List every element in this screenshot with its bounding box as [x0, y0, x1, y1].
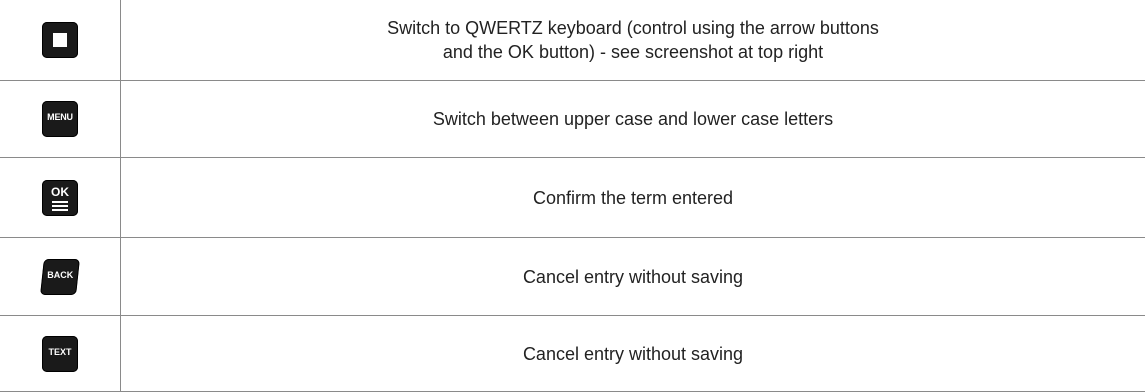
description-cell: Cancel entry without saving	[120, 315, 1145, 392]
key-function-table: Switch to QWERTZ keyboard (control using…	[0, 0, 1145, 392]
ok-key-line	[52, 200, 68, 203]
key-label: OK	[51, 184, 69, 199]
back-key-icon: BACK	[40, 258, 80, 295]
description-line: Cancel entry without saving	[522, 266, 744, 287]
description-cell: Switch between upper case and lower case…	[120, 80, 1145, 158]
key-label: TEXT	[48, 346, 72, 357]
description-line: Confirm the term entered	[532, 187, 734, 208]
description-cell: Switch to QWERTZ keyboard (control using…	[120, 0, 1145, 81]
key-label: MENU	[47, 112, 73, 122]
table-row: TEXT Cancel entry without saving	[0, 315, 1145, 392]
ok-key-icon: OK	[42, 179, 78, 216]
text-key-icon: TEXT	[42, 335, 78, 372]
key-label: BACK	[47, 269, 74, 280]
ok-key-line	[52, 204, 68, 207]
description-cell: Confirm the term entered	[120, 157, 1145, 238]
icon-cell: OK	[0, 157, 121, 238]
icon-cell: BACK	[0, 237, 121, 316]
description-line: Cancel entry without saving	[522, 343, 744, 364]
table-row: MENU Switch between upper case and lower…	[0, 80, 1145, 158]
description-cell: Cancel entry without saving	[120, 237, 1145, 316]
icon-cell: TEXT	[0, 315, 121, 392]
ok-key-line	[52, 208, 68, 211]
icon-cell: MENU	[0, 80, 121, 158]
menu-key-icon: MENU	[42, 101, 78, 137]
table-row: Switch to QWERTZ keyboard (control using…	[0, 0, 1145, 81]
stop-square-key-icon	[42, 22, 78, 58]
table-row: BACK Cancel entry without saving	[0, 237, 1145, 316]
icon-cell	[0, 0, 121, 81]
description-line: Switch to QWERTZ keyboard (control using…	[387, 18, 879, 38]
table-row: OK Confirm the term entered	[0, 157, 1145, 238]
description-line: Switch between upper case and lower case…	[432, 109, 834, 129]
description-line: and the OK button) - see screenshot at t…	[442, 42, 824, 62]
stop-square-glyph	[53, 33, 67, 47]
